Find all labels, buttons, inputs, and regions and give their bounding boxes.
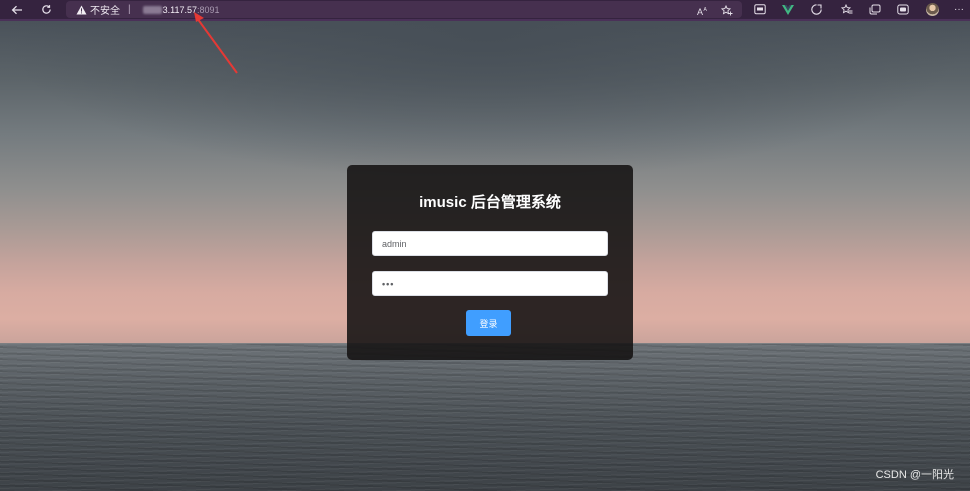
svg-text:A: A bbox=[704, 7, 708, 13]
username-input[interactable]: admin bbox=[372, 231, 608, 256]
sea-background bbox=[0, 344, 970, 491]
profile-avatar[interactable] bbox=[924, 2, 940, 17]
browser-toolbar: 不安全 | 3.117.57 :8091 AA ··· bbox=[0, 0, 970, 19]
password-input[interactable]: ••• bbox=[372, 271, 608, 296]
security-label[interactable]: 不安全 bbox=[90, 2, 120, 17]
sky-cloud-shading bbox=[0, 21, 970, 181]
favorites-icon[interactable] bbox=[839, 2, 855, 17]
address-bar[interactable]: 不安全 | 3.117.57 :8091 AA bbox=[66, 1, 742, 18]
extension-icon[interactable] bbox=[808, 2, 824, 17]
annotation-arrow-icon bbox=[194, 12, 238, 74]
extension-badge-icon[interactable] bbox=[895, 2, 911, 17]
url-redacted bbox=[142, 5, 162, 14]
vue-devtools-icon[interactable] bbox=[780, 2, 796, 17]
login-page-background: imusic 后台管理系统 admin ••• 登录 CSDN @一阳光 bbox=[0, 21, 970, 491]
address-separator: | bbox=[128, 4, 131, 15]
collections-icon[interactable] bbox=[867, 2, 883, 17]
more-menu-glyph[interactable]: ··· bbox=[954, 4, 964, 15]
back-arrow-icon[interactable] bbox=[5, 0, 29, 19]
add-favorite-icon[interactable] bbox=[719, 3, 735, 18]
login-button[interactable]: 登录 bbox=[466, 310, 511, 336]
watermark: CSDN @一阳光 bbox=[875, 469, 954, 481]
warning-triangle-icon[interactable] bbox=[75, 4, 87, 16]
login-card: imusic 后台管理系统 admin ••• 登录 bbox=[347, 165, 633, 360]
svg-text:A: A bbox=[697, 7, 703, 16]
extension-monitor-icon[interactable] bbox=[752, 2, 768, 17]
login-title: imusic 后台管理系统 bbox=[419, 194, 561, 211]
read-aloud-icon[interactable]: AA bbox=[695, 3, 711, 18]
more-menu-icon[interactable]: ··· bbox=[951, 2, 967, 17]
reload-icon[interactable] bbox=[34, 0, 58, 19]
